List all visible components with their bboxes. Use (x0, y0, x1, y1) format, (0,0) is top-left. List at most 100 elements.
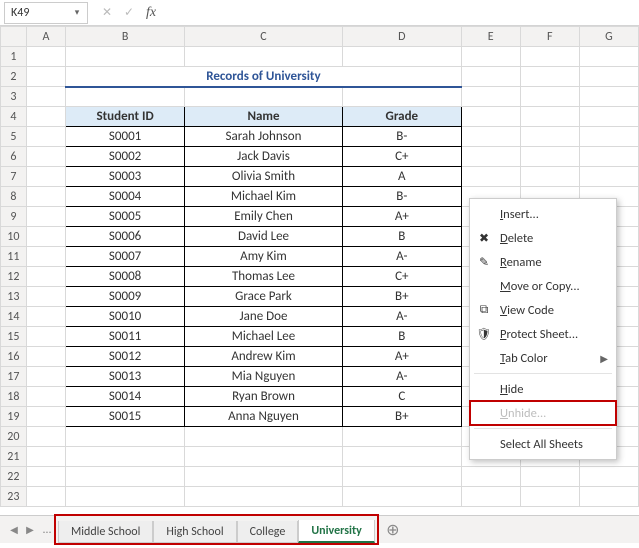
cell-grade[interactable]: B+ (343, 407, 462, 427)
row-header[interactable]: 1 (1, 47, 27, 67)
cell-student-id[interactable]: S0001 (66, 127, 185, 147)
col-header[interactable]: D (343, 27, 462, 47)
menu-select-all-sheets[interactable]: Select All Sheets (470, 432, 616, 456)
row-header[interactable]: 5 (1, 127, 27, 147)
row-header[interactable]: 21 (1, 447, 27, 467)
cell-grade[interactable]: B (343, 327, 462, 347)
table-row: 7 S0003Olivia SmithA (1, 167, 639, 187)
new-sheet-button[interactable]: ⊕ (381, 520, 405, 540)
tab-nav-next-icon[interactable]: ▶ (22, 519, 38, 541)
cell-student-id[interactable]: S0011 (66, 327, 185, 347)
row-header[interactable]: 22 (1, 467, 27, 487)
row-header[interactable]: 12 (1, 267, 27, 287)
cell-student-id[interactable]: S0005 (66, 207, 185, 227)
row-header[interactable]: 14 (1, 307, 27, 327)
cell-student-id[interactable]: S0008 (66, 267, 185, 287)
menu-rename[interactable]: ✎Rename (470, 250, 616, 274)
cell-student-id[interactable]: S0013 (66, 367, 185, 387)
cell-name[interactable]: Anna Nguyen (184, 407, 342, 427)
menu-insert[interactable]: Insert... (470, 202, 616, 226)
row-header[interactable]: 19 (1, 407, 27, 427)
row-header[interactable]: 6 (1, 147, 27, 167)
row-header[interactable]: 13 (1, 287, 27, 307)
row-header[interactable]: 9 (1, 207, 27, 227)
cell-student-id[interactable]: S0004 (66, 187, 185, 207)
cell-student-id[interactable]: S0014 (66, 387, 185, 407)
cell-name[interactable]: Amy Kim (184, 247, 342, 267)
col-header[interactable]: G (579, 27, 638, 47)
cell-name[interactable]: Sarah Johnson (184, 127, 342, 147)
cell-grade[interactable]: A- (343, 367, 462, 387)
cell-grade[interactable]: A- (343, 307, 462, 327)
cell-grade[interactable]: C+ (343, 267, 462, 287)
menu-delete[interactable]: ✖Delete (470, 226, 616, 250)
cell-name[interactable]: Grace Park (184, 287, 342, 307)
cell-name[interactable]: Michael Kim (184, 187, 342, 207)
cell-student-id[interactable]: S0002 (66, 147, 185, 167)
cell-grade[interactable]: B- (343, 127, 462, 147)
cell-grade[interactable]: B- (343, 187, 462, 207)
row-header[interactable]: 17 (1, 367, 27, 387)
row-header[interactable]: 23 (1, 487, 27, 507)
cell-student-id[interactable]: S0003 (66, 167, 185, 187)
cell-student-id[interactable]: S0006 (66, 227, 185, 247)
sheet-tab[interactable]: College (237, 521, 299, 543)
select-all-corner[interactable] (1, 27, 27, 47)
menu-tab-color[interactable]: Tab Color▶ (470, 346, 616, 370)
cell-grade[interactable]: A- (343, 247, 462, 267)
row-header[interactable]: 7 (1, 167, 27, 187)
cell-student-id[interactable]: S0015 (66, 407, 185, 427)
col-header[interactable]: B (66, 27, 185, 47)
col-header[interactable]: E (461, 27, 520, 47)
cell-grade[interactable]: C (343, 387, 462, 407)
fx-icon[interactable]: fx (140, 2, 162, 24)
name-box[interactable]: K49 ▾ (4, 2, 88, 24)
sheet-tab[interactable]: University (298, 520, 375, 543)
cell-student-id[interactable]: S0010 (66, 307, 185, 327)
cell-name[interactable]: Mia Nguyen (184, 367, 342, 387)
cell-student-id[interactable]: S0012 (66, 347, 185, 367)
col-header[interactable]: C (184, 27, 342, 47)
row-header[interactable]: 4 (1, 107, 27, 127)
menu-move-copy[interactable]: Move or Copy... (470, 274, 616, 298)
row-header[interactable]: 8 (1, 187, 27, 207)
cell-name[interactable]: Jack Davis (184, 147, 342, 167)
cell-grade[interactable]: A+ (343, 347, 462, 367)
cell-grade[interactable]: B (343, 227, 462, 247)
cell-grade[interactable]: C+ (343, 147, 462, 167)
row-header[interactable]: 18 (1, 387, 27, 407)
row-header[interactable]: 20 (1, 427, 27, 447)
cell-name[interactable]: Olivia Smith (184, 167, 342, 187)
sheet-tab[interactable]: High School (153, 521, 236, 543)
cell-student-id[interactable]: S0007 (66, 247, 185, 267)
menu-protect-sheet[interactable]: 🛡Protect Sheet... (470, 322, 616, 346)
cell-student-id[interactable]: S0009 (66, 287, 185, 307)
cell-grade[interactable]: B+ (343, 287, 462, 307)
menu-hide[interactable]: Hide (470, 377, 616, 401)
row-header[interactable]: 11 (1, 247, 27, 267)
sheet-tab[interactable]: Middle School (58, 521, 153, 543)
row-header[interactable]: 16 (1, 347, 27, 367)
col-header[interactable]: A (26, 27, 65, 47)
cell-name[interactable]: Jane Doe (184, 307, 342, 327)
tab-ellipsis: … (38, 523, 56, 537)
name-box-dropdown-icon[interactable]: ▾ (69, 5, 85, 21)
cell-name[interactable]: Thomas Lee (184, 267, 342, 287)
cell-name[interactable]: Michael Lee (184, 327, 342, 347)
menu-view-code[interactable]: ⧉View Code (470, 298, 616, 322)
name-box-value: K49 (11, 6, 29, 20)
row-header[interactable]: 3 (1, 87, 27, 107)
formula-input[interactable] (168, 2, 635, 24)
col-header[interactable]: F (520, 27, 579, 47)
row-header[interactable]: 2 (1, 67, 27, 87)
menu-unhide: Unhide... (470, 401, 616, 425)
cell-grade[interactable]: A (343, 167, 462, 187)
cell-name[interactable]: Ryan Brown (184, 387, 342, 407)
row-header[interactable]: 15 (1, 327, 27, 347)
cell-grade[interactable]: A+ (343, 207, 462, 227)
cell-name[interactable]: David Lee (184, 227, 342, 247)
cell-name[interactable]: Andrew Kim (184, 347, 342, 367)
row-header[interactable]: 10 (1, 227, 27, 247)
tab-nav-prev-icon[interactable]: ◀ (6, 519, 22, 541)
cell-name[interactable]: Emily Chen (184, 207, 342, 227)
